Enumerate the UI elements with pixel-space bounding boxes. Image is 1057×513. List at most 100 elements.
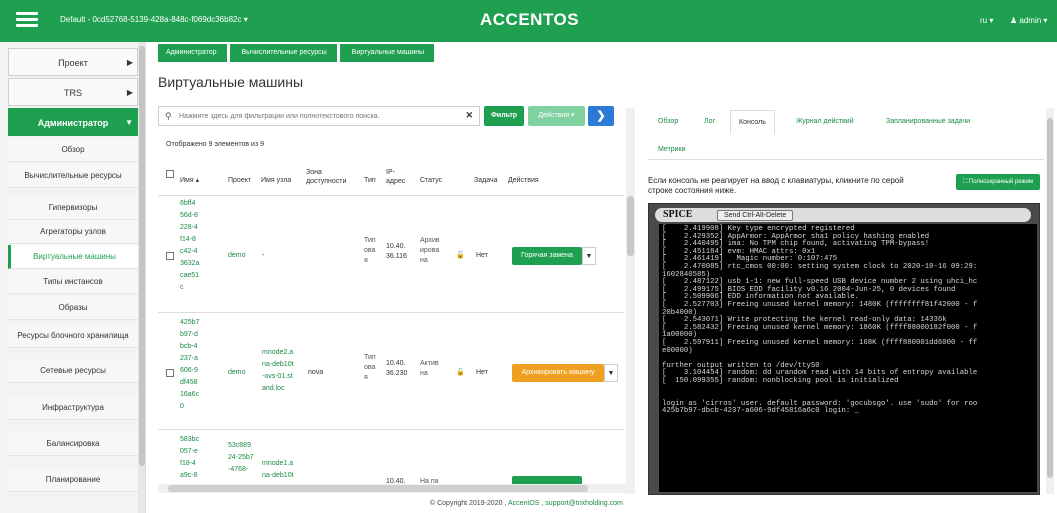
breadcrumb-admin[interactable]: Администратор — [158, 44, 227, 62]
host-link[interactable]: mnode2.a na-deb10t -ovs-01.st and.loc — [262, 347, 294, 395]
select-all-checkbox[interactable] — [166, 170, 174, 178]
col-host[interactable]: Имя узла — [261, 176, 291, 185]
status-text: Актив на — [420, 360, 439, 377]
row-checkbox[interactable] — [166, 369, 174, 377]
table-scrollbar[interactable] — [626, 108, 635, 494]
lock-icon: 🔓 — [456, 369, 465, 376]
tab-scheduled-tasks[interactable]: Запланированные задачи — [886, 118, 970, 125]
chevron-down-icon[interactable]: ▼ — [582, 247, 596, 265]
task-text: Нет — [476, 369, 488, 376]
project-selector[interactable]: Default - 0cd52768-5139-428a-848c-f069dc… — [60, 15, 248, 24]
sidebar-item-planning[interactable]: Планирование — [8, 468, 138, 492]
breadcrumb-compute[interactable]: Вычислительные ресурсы — [229, 44, 337, 62]
clear-icon[interactable]: ✕ — [465, 110, 473, 121]
table-header: Имя ▴ Проект Имя узла Зона доступности Т… — [158, 160, 624, 196]
col-zone[interactable]: Зона доступности — [306, 168, 346, 186]
actions-button[interactable]: Действия ▾ — [528, 106, 585, 126]
sidebar-item-project[interactable]: Проект ▶ — [8, 48, 138, 76]
archive-button[interactable]: Архивировать машину — [512, 364, 604, 382]
col-type[interactable]: Тип — [364, 176, 376, 185]
sidebar-item-overview[interactable]: Обзор — [8, 138, 138, 162]
table-h-scroll-thumb[interactable] — [168, 485, 588, 492]
col-task[interactable]: Задача — [474, 176, 498, 185]
breadcrumb: Администратор Вычислительные ресурсы Вир… — [158, 44, 437, 62]
spice-console[interactable]: SPICE Send Ctrl-Alt-Delete [ 2.419908] K… — [648, 203, 1040, 495]
fullscreen-button[interactable]: ⛶ Полноэкранный режим — [956, 174, 1040, 190]
project-link[interactable]: 53c889 24-25b7 -4768- — [228, 440, 254, 476]
sidebar-item-images[interactable]: Образы — [8, 296, 138, 320]
table-row[interactable]: 425b7 b97-d bcb-4 237-a 606-9 df458 16a6… — [158, 313, 624, 430]
instance-name[interactable]: 6bff4 56d-8 228-4 f14-8 c42-4 3632a cae5… — [180, 198, 199, 294]
send-ctrl-alt-del-button[interactable]: Send Ctrl-Alt-Delete — [717, 210, 794, 221]
panel-scrollbar[interactable] — [1046, 108, 1054, 494]
panel-scroll-thumb[interactable] — [1047, 118, 1053, 478]
col-name[interactable]: Имя ▴ — [180, 176, 199, 185]
tab-overview[interactable]: Обзор — [658, 118, 678, 125]
lock-icon: 🔓 — [456, 252, 465, 259]
sidebar-item-trs[interactable]: TRS ▶ — [8, 78, 138, 106]
task-text: Нет — [476, 252, 488, 259]
language-selector[interactable]: ru ▾ — [980, 16, 993, 25]
tab-log[interactable]: Лог — [704, 118, 715, 125]
console-terminal[interactable]: [ 2.419908] Key type encrypted registere… — [659, 224, 1037, 492]
support-email-link[interactable]: support@tnxholding.com — [545, 500, 623, 507]
spice-status-bar[interactable]: SPICE Send Ctrl-Alt-Delete — [655, 208, 1031, 222]
detail-tabs: Обзор Лог Консоль Журнал действий Заплан… — [648, 110, 1044, 160]
tab-action-log[interactable]: Журнал действий — [796, 118, 854, 125]
chevron-right-icon: ▶ — [126, 58, 133, 67]
sidebar-item-network[interactable]: Сетевые ресурсы — [8, 359, 138, 383]
chevron-down-icon[interactable]: ▼ — [604, 364, 618, 382]
instance-type[interactable]: Тип ова я — [364, 236, 376, 266]
items-count: Отображено 9 элементов из 9 — [166, 141, 264, 148]
sidebar-item-balancing[interactable]: Балансировка — [8, 432, 138, 456]
instance-name[interactable]: 425b7 b97-d bcb-4 237-a 606-9 df458 16a6… — [180, 317, 199, 413]
sidebar-item-instances[interactable]: Виртуальные машины — [8, 245, 138, 269]
status-text: На па — [420, 478, 439, 484]
menu-icon[interactable] — [16, 12, 38, 28]
brand-link[interactable]: AccentOS — [508, 500, 540, 507]
col-project[interactable]: Проект — [228, 176, 251, 185]
spice-label: SPICE — [663, 209, 693, 220]
sidebar-item-flavors[interactable]: Типы инстансов — [8, 270, 138, 294]
console-hint: Если консоль не реагирует на ввод с клав… — [648, 176, 904, 195]
search-input[interactable] — [179, 109, 459, 123]
ip-address: 10.40. — [386, 478, 406, 484]
sidebar-item-infrastructure[interactable]: Инфраструктура — [8, 396, 138, 420]
filter-button[interactable]: Фильтр — [484, 106, 524, 126]
table-scroll-thumb[interactable] — [627, 196, 634, 256]
host-link[interactable]: mnode1.a na-deb10t — [262, 446, 294, 482]
row-checkbox[interactable] — [166, 252, 174, 260]
table-row[interactable]: 6bff4 56d-8 228-4 f14-8 c42-4 3632a cae5… — [158, 196, 624, 313]
search-icon: ⚲ — [165, 111, 172, 121]
project-link[interactable]: demo — [228, 250, 246, 262]
user-name: admin ▾ — [1019, 16, 1048, 25]
instance-name[interactable]: 583bc 057-e f18-4 a9c-8 — [180, 434, 199, 482]
availability-zone: nova — [308, 369, 324, 376]
search-box: ⚲ ✕ — [158, 106, 480, 126]
sidebar-item-admin[interactable]: Администратор ▼ — [8, 108, 138, 136]
chevron-right-icon: ▶ — [126, 88, 133, 97]
sidebar-scroll-thumb[interactable] — [139, 46, 145, 466]
col-status[interactable]: Статус — [420, 176, 442, 185]
sidebar-item-compute[interactable]: Вычислительные ресурсы — [8, 164, 138, 188]
tab-metrics[interactable]: Метрики — [658, 146, 686, 153]
copyright-text: © Copyright 2019-2020 , — [430, 500, 507, 507]
col-ip[interactable]: IP- адрес — [386, 168, 405, 186]
hot-swap-button[interactable]: Горячая замена — [512, 247, 582, 265]
row-action-button[interactable] — [512, 476, 582, 484]
table-row[interactable]: 583bc 057-e f18-4 a9c-8 53c889 24-25b7 -… — [158, 430, 624, 484]
sidebar-item-block-storage[interactable]: Ресурсы блочного хранилища — [8, 324, 138, 348]
chevron-down-icon: ▼ — [125, 118, 133, 127]
instance-type[interactable]: Тип ова я — [364, 353, 376, 383]
tab-console[interactable]: Консоль — [730, 110, 775, 135]
sidebar-item-host-aggregates[interactable]: Агрегаторы узлов — [8, 220, 138, 244]
user-menu[interactable]: ♟ admin ▾ — [1010, 16, 1047, 25]
sidebar-item-hypervisors[interactable]: Гипервизоры — [8, 196, 138, 220]
table-h-scrollbar[interactable] — [158, 484, 626, 493]
status-text: Архив ирова на — [420, 237, 440, 264]
next-button[interactable]: ❯ — [588, 106, 614, 126]
sidebar-scrollbar[interactable] — [138, 42, 145, 513]
footer: © Copyright 2019-2020 , AccentOS , suppo… — [430, 500, 623, 507]
breadcrumb-instances[interactable]: Виртуальные машины — [339, 44, 435, 62]
project-link[interactable]: demo — [228, 367, 246, 379]
